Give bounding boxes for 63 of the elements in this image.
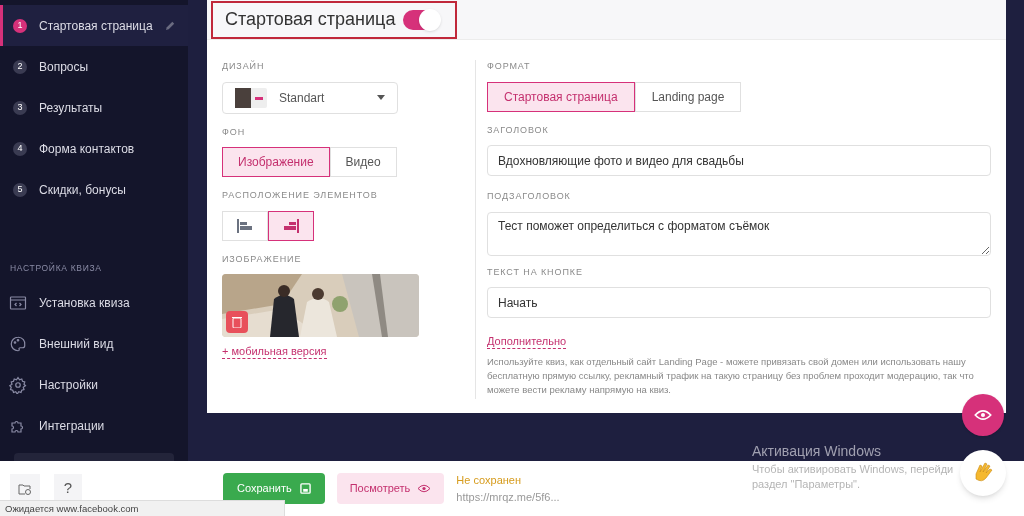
eye-icon bbox=[417, 484, 432, 493]
design-dropdown[interactable]: Standart bbox=[222, 81, 398, 114]
field-label: ЗАГОЛОВОК bbox=[487, 123, 550, 137]
toggle-switch[interactable] bbox=[403, 9, 440, 30]
button-text-field[interactable]: Начать bbox=[487, 287, 991, 318]
subtitle-field[interactable]: Тест поможет определиться с форматом съёмок bbox=[487, 211, 991, 256]
activation-text: раздел "Параметры". bbox=[752, 477, 862, 492]
step-label: Скидки, бонусы bbox=[39, 181, 126, 199]
field-label: ТЕКСТ НА КНОПКЕ bbox=[487, 265, 584, 279]
save-status: Не сохранен bbox=[456, 473, 523, 488]
palette-icon bbox=[9, 335, 27, 354]
step-number: 4 bbox=[13, 141, 27, 156]
code-window-icon bbox=[9, 294, 27, 313]
browser-status-bar: Ожидается www.facebook.com bbox=[0, 500, 285, 516]
step-item[interactable]: 5 Скидки, бонусы bbox=[0, 169, 188, 210]
field-label: ИЗОБРАЖЕНИЕ bbox=[222, 252, 303, 266]
activation-text: Чтобы активировать Windows, перейди bbox=[752, 462, 954, 477]
format-tab[interactable]: Landing page bbox=[634, 81, 742, 112]
step-item[interactable]: 3 Результаты bbox=[0, 87, 188, 128]
mobile-version-link[interactable]: + мобильная версия bbox=[222, 345, 327, 359]
trash-icon bbox=[232, 316, 242, 328]
pencil-icon[interactable] bbox=[164, 20, 176, 31]
section-title: НАСТРОЙКА КВИЗА bbox=[10, 262, 103, 275]
activation-title: Активация Windows bbox=[752, 442, 883, 461]
field-label: ДИЗАЙН bbox=[222, 60, 266, 73]
step-number: 3 bbox=[13, 100, 27, 115]
step-number: 1 bbox=[13, 18, 27, 33]
floppy-icon bbox=[299, 483, 311, 494]
title-field[interactable]: Вдохновляющие фото и видео для свадьбы bbox=[487, 145, 991, 176]
step-label: Вопросы bbox=[39, 58, 89, 76]
settings-item[interactable]: Установка квиза bbox=[0, 282, 188, 324]
step-number: 5 bbox=[13, 182, 27, 197]
align-right-icon bbox=[283, 218, 299, 233]
settings-item[interactable]: Интеграции bbox=[0, 405, 188, 447]
field-label: РАСПОЛОЖЕНИЕ ЭЛЕМЕНТОВ bbox=[222, 189, 379, 202]
page-title: Стартовая страница bbox=[225, 8, 396, 31]
format-tab[interactable]: Стартовая страница bbox=[487, 81, 635, 112]
field-label: ФОН bbox=[222, 125, 247, 139]
settings-item[interactable]: Настройки bbox=[0, 364, 188, 406]
settings-item[interactable]: Внешний вид bbox=[0, 323, 188, 365]
settings-icon bbox=[9, 376, 27, 395]
step-label: Результаты bbox=[39, 99, 103, 117]
step-item[interactable]: 1 Стартовая страница bbox=[0, 5, 188, 46]
step-label: Форма контактов bbox=[39, 140, 135, 158]
delete-button[interactable] bbox=[226, 311, 248, 333]
help-text: Используйте квиз, как отдельный сайт Landing Page - можете привязать свой домен или использовать нашу бесплатную прямую ссылку, рекламный трафик на такую страницу без проблем проходит модерацию, так что можете вести рекламу напрямую на квиз. bbox=[487, 355, 975, 397]
step-item[interactable]: 4 Форма контактов bbox=[0, 128, 188, 169]
step-number: 2 bbox=[13, 59, 27, 74]
preview-button[interactable]: Посмотреть bbox=[336, 473, 445, 504]
field-label: ПОДЗАГОЛОВОК bbox=[487, 190, 572, 203]
align-left-icon bbox=[237, 218, 253, 233]
caret-icon bbox=[377, 95, 385, 100]
segment-tab[interactable]: Изображение bbox=[222, 147, 330, 177]
step-label: Стартовая страница bbox=[39, 17, 153, 35]
segment-tab[interactable]: Видео bbox=[329, 147, 397, 177]
step-item[interactable]: 2 Вопросы bbox=[0, 46, 188, 87]
more-link[interactable]: Дополнительно bbox=[487, 335, 567, 349]
field-label: ФОРМАТ bbox=[487, 60, 532, 73]
folder-clock-icon bbox=[18, 482, 32, 495]
design-thumbnail-icon bbox=[235, 87, 267, 108]
chat-fab[interactable] bbox=[960, 450, 1006, 496]
eye-icon bbox=[974, 409, 992, 421]
layout-button[interactable] bbox=[268, 210, 314, 241]
